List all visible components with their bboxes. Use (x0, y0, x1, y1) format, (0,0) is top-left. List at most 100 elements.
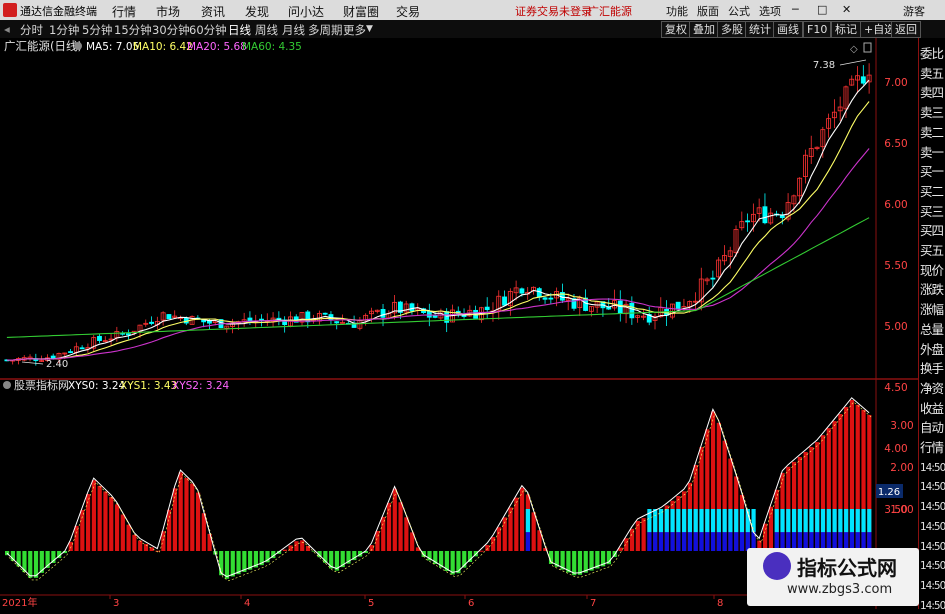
period-daily[interactable]: 日线 (228, 22, 251, 38)
side-panel-item[interactable]: 卖二 (920, 125, 945, 141)
side-panel-item[interactable]: 14:50 (920, 539, 945, 555)
side-panel-item[interactable]: 14:50 (920, 558, 945, 574)
side-panel-item[interactable]: 净资 (920, 381, 945, 397)
huaxian-button[interactable]: 画线 (773, 21, 803, 38)
side-panel-item[interactable]: 自动 (920, 420, 945, 436)
side-panel-item[interactable]: 买三 (920, 204, 945, 220)
toolbar-prev-icon[interactable]: ◂ (4, 22, 10, 36)
candle-body[interactable] (548, 297, 554, 300)
period-multi[interactable]: 多周期 (308, 22, 343, 38)
side-panel-item[interactable]: 14:50 (920, 460, 945, 476)
chart-area[interactable]: 广汇能源(日线) MA5: 7.05 MA10: 6.42 MA20: 5.68… (0, 38, 918, 609)
more-chevron-icon[interactable]: ▼ (366, 24, 373, 34)
side-panel-item[interactable]: 行情 (920, 440, 945, 456)
side-panel-item[interactable]: 14:50 (920, 479, 945, 495)
period-1min[interactable]: 1分钟 (49, 22, 79, 38)
candle-body[interactable] (432, 315, 438, 318)
menu-hangqing[interactable]: 行情 (112, 3, 136, 20)
menu-shichang[interactable]: 市场 (156, 3, 180, 20)
side-panel-item[interactable]: 换手 (920, 361, 945, 377)
menu-caifuquan[interactable]: 财富圈 (343, 3, 379, 20)
candle-body[interactable] (125, 333, 131, 336)
side-panel-item[interactable]: 买二 (920, 184, 945, 200)
menu-gongneng[interactable]: 功能 (666, 3, 688, 19)
candle-body[interactable] (629, 302, 635, 319)
side-panel-item[interactable]: 买一 (920, 164, 945, 180)
side-panel-item[interactable]: 卖一 (920, 145, 945, 161)
maximize-button[interactable]: □ (817, 3, 827, 16)
back-button[interactable]: 返回 (891, 21, 921, 38)
candle-body[interactable] (762, 206, 768, 224)
menu-banmian[interactable]: 版面 (697, 3, 719, 19)
candle-body[interactable] (542, 297, 548, 300)
side-panel-item[interactable]: 涨跌 (920, 282, 945, 298)
panel-settings-icon[interactable] (74, 42, 82, 50)
candle-body[interactable] (380, 309, 386, 318)
menu-xuanxiang[interactable]: 选项 (759, 3, 781, 19)
side-panel-item[interactable]: 14:50 (920, 519, 945, 535)
menu-zixun[interactable]: 资讯 (201, 3, 225, 20)
side-panel-item[interactable]: 总量 (920, 322, 945, 338)
candle-body[interactable] (334, 321, 340, 324)
candle-body[interactable] (409, 303, 415, 312)
side-panel-item[interactable]: 卖三 (920, 105, 945, 121)
candle-body[interactable] (571, 298, 577, 309)
candle-body[interactable] (710, 277, 716, 280)
candle-body[interactable] (536, 288, 542, 298)
side-panel-item[interactable]: 14:50 (920, 578, 945, 594)
period-5min[interactable]: 5分钟 (82, 22, 112, 38)
candle-body[interactable] (322, 312, 328, 315)
side-panel-item[interactable]: 现价 (920, 263, 945, 279)
candle-body[interactable] (426, 310, 432, 318)
side-panel-item[interactable]: 外盘 (920, 342, 945, 358)
period-15min[interactable]: 15分钟 (114, 22, 152, 38)
candle-body[interactable] (259, 318, 264, 321)
minimize-button[interactable]: ─ (792, 3, 799, 16)
tongji-button[interactable]: 统计 (745, 21, 775, 38)
side-panel-item[interactable]: 卖五 (920, 66, 945, 82)
indicator-settings-icon[interactable] (3, 381, 11, 389)
candle-body[interactable] (617, 300, 623, 314)
candle-body[interactable] (68, 351, 73, 353)
side-panel-item[interactable]: 委比 (920, 46, 945, 62)
fuquan-button[interactable]: 复权 (661, 21, 691, 38)
period-fenshi[interactable]: 分时 (20, 22, 43, 38)
candle-body[interactable] (97, 335, 102, 341)
candle-body[interactable] (675, 301, 681, 310)
candle-body[interactable] (519, 288, 525, 294)
side-panel-item[interactable]: 卖四 (920, 85, 945, 101)
candle-body[interactable] (745, 220, 751, 223)
period-weekly[interactable]: 周线 (255, 22, 278, 38)
biaoji-button[interactable]: 标记 (831, 21, 861, 38)
candle-body[interactable] (276, 317, 282, 320)
guest-label[interactable]: 游客 (903, 3, 925, 19)
candle-body[interactable] (79, 347, 85, 350)
side-panel-item[interactable]: 买五 (920, 243, 945, 259)
diamond-icon[interactable]: ◇ (850, 44, 858, 55)
duogu-button[interactable]: 多股 (717, 21, 747, 38)
side-panel-item[interactable]: 买四 (920, 223, 945, 239)
candle-body[interactable] (860, 76, 866, 84)
candle-body[interactable] (166, 314, 172, 320)
period-30min[interactable]: 30分钟 (152, 22, 190, 38)
diejia-button[interactable]: 叠加 (689, 21, 719, 38)
period-60min[interactable]: 60分钟 (189, 22, 227, 38)
period-more[interactable]: 更多 (343, 22, 366, 38)
candle-body[interactable] (779, 215, 785, 219)
side-panel-item[interactable]: 14:50 (920, 499, 945, 515)
menu-faxian[interactable]: 发现 (245, 3, 269, 20)
candle-body[interactable] (484, 306, 490, 311)
side-panel-item[interactable]: 涨幅 (920, 302, 945, 318)
menu-wenxiaoda[interactable]: 问小达 (288, 3, 324, 20)
close-icon[interactable]: ✕ (842, 3, 851, 16)
f10-button[interactable]: F10 (803, 21, 832, 38)
menu-gongshi[interactable]: 公式 (728, 3, 750, 19)
candle-body[interactable] (149, 321, 154, 324)
login-status[interactable]: 证券交易未登录 (515, 3, 592, 19)
candle-body[interactable] (207, 320, 212, 324)
period-monthly[interactable]: 月线 (282, 22, 305, 38)
side-panel-item[interactable]: 收益 (920, 401, 945, 417)
menu-jiaoyi[interactable]: 交易 (396, 3, 420, 20)
side-panel-item[interactable]: 14:50 (920, 598, 945, 614)
candle-body[interactable] (502, 296, 507, 306)
